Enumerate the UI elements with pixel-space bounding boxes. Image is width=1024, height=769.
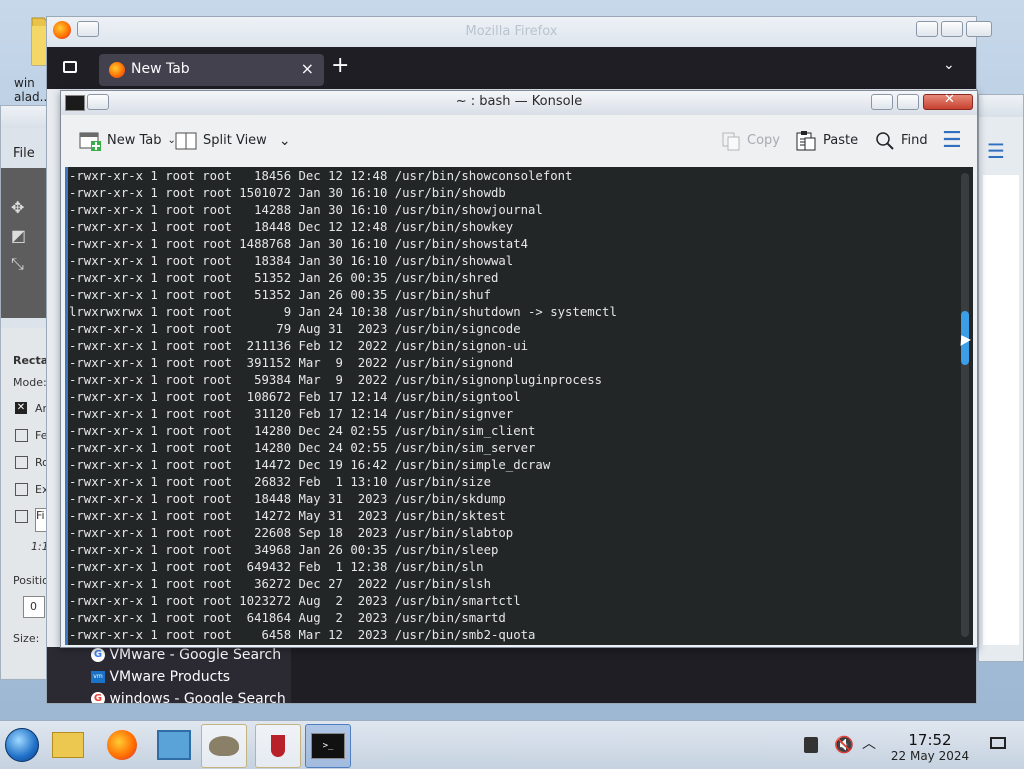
start-orb-icon — [5, 728, 39, 762]
clipboard-icon[interactable] — [804, 737, 818, 753]
tray-expand-chevron-icon[interactable]: ︿ — [862, 733, 876, 753]
terminal-view[interactable]: -rwxr-xr-x 1 root root 18456 Dec 12 12:4… — [65, 167, 973, 645]
split-view-button[interactable]: Split View ⌄ — [175, 129, 291, 153]
firefox-sidebar: G VMware - Google Search vm VMware Produ… — [47, 647, 291, 703]
taskbar: >_ 🔇 ︿ 17:52 22 May 2024 — [0, 720, 1024, 769]
terminal-scrollbar-track[interactable] — [961, 173, 969, 637]
folder-icon — [52, 732, 84, 758]
find-button[interactable]: Find — [875, 129, 928, 153]
new-tab-button[interactable]: New Tab ⌄ — [79, 129, 176, 153]
copy-icon — [722, 132, 740, 151]
gimp-icon — [209, 736, 239, 756]
konsole-taskbar-button[interactable]: >_ — [305, 724, 351, 768]
google-icon: G — [91, 692, 105, 703]
gimp-menu-file[interactable]: File — [13, 146, 35, 161]
konsole-window-menu-button[interactable] — [87, 94, 109, 110]
paste-label: Paste — [823, 133, 859, 148]
background-window-titlebar — [979, 95, 1023, 117]
search-icon — [876, 132, 894, 150]
firefox-view-icon[interactable] — [63, 61, 77, 73]
split-view-label: Split View — [203, 133, 267, 148]
fixed-dropdown-label: Fi — [36, 509, 45, 522]
firefox-tab-icon — [109, 62, 125, 78]
konsole-maximize-button[interactable] — [897, 94, 919, 110]
mode-label: Mode: — [13, 376, 47, 389]
rounded-checkbox[interactable] — [15, 456, 28, 469]
firefox-titlebar: Mozilla Firefox — [47, 17, 976, 47]
feather-checkbox[interactable] — [15, 429, 28, 442]
paste-button[interactable]: Paste — [795, 129, 858, 153]
firefox-taskbar-button[interactable] — [100, 724, 144, 766]
tab-close-icon[interactable]: × — [301, 59, 314, 78]
terminal-focus-bar — [65, 167, 68, 645]
split-view-icon — [175, 132, 197, 150]
antialias-checkbox[interactable]: ✕ — [15, 402, 27, 414]
split-view-dropdown-icon[interactable]: ⌄ — [279, 129, 291, 153]
find-label: Find — [901, 133, 928, 148]
sidebar-item-label: VMware Products — [109, 669, 231, 685]
konsole-window-title: ~ : bash — Konsole — [455, 94, 583, 109]
background-window-right: ☰ — [978, 94, 1024, 662]
show-desktop-icon[interactable] — [990, 737, 1006, 749]
sidebar-item-label: windows - Google Search — [109, 691, 286, 703]
gimp-toolbox: ✥ ◩ ⤡ — [1, 168, 47, 318]
new-tab-icon — [79, 132, 101, 151]
maximize-button[interactable] — [941, 21, 963, 37]
firefox-logo-icon — [53, 21, 71, 39]
tab-label: New Tab — [131, 61, 190, 77]
konsole-toolbar: New Tab ⌄ Split View ⌄ Copy Paste Find ☰ — [61, 115, 977, 167]
position-x-field[interactable]: 0 — [23, 596, 45, 618]
konsole-window: ~ : bash — Konsole ✕ New Tab ⌄ Split Vie… — [60, 90, 978, 648]
close-x-icon: ✕ — [944, 92, 955, 107]
sidebar-item-vmware-products[interactable]: vm VMware Products — [91, 669, 230, 685]
list-tabs-chevron-icon[interactable]: ⌄ — [943, 57, 955, 73]
new-tab-label: New Tab — [107, 133, 162, 148]
hamburger-menu-icon[interactable]: ☰ — [942, 129, 962, 153]
sidebar-item-windows-search[interactable]: G windows - Google Search — [91, 691, 286, 703]
firefox-tab-strip: New Tab × + ⌄ — [47, 47, 976, 89]
terminal-output: -rwxr-xr-x 1 root root 18456 Dec 12 12:4… — [69, 169, 617, 642]
start-menu-button[interactable] — [0, 724, 44, 766]
size-label: Size: — [13, 632, 40, 645]
vmware-icon: vm — [91, 671, 105, 683]
hamburger-menu-icon[interactable]: ☰ — [987, 139, 1005, 163]
clock[interactable]: 17:52 22 May 2024 — [884, 731, 976, 763]
wine-taskbar-button[interactable] — [255, 724, 301, 768]
background-window-content — [983, 175, 1019, 645]
gimp-titlebar — [1, 106, 47, 128]
minimize-button[interactable] — [916, 21, 938, 37]
google-icon: G — [91, 648, 105, 662]
firefox-icon — [107, 730, 137, 760]
system-settings-taskbar-button[interactable] — [152, 724, 196, 766]
firefox-window-title: Mozilla Firefox — [465, 24, 558, 39]
settings-monitor-icon — [157, 730, 191, 760]
konsole-app-icon — [65, 95, 85, 111]
move-tool-icon[interactable]: ✥ — [11, 198, 24, 217]
close-button[interactable] — [966, 21, 992, 37]
new-tab-plus-icon[interactable]: + — [331, 53, 349, 78]
clock-time: 17:52 — [908, 731, 952, 749]
sidebar-item-vmware-search[interactable]: G VMware - Google Search — [91, 647, 281, 663]
tab-new-tab[interactable]: New Tab × — [99, 54, 324, 86]
fixed-checkbox[interactable] — [15, 510, 28, 523]
file-manager-taskbar-button[interactable] — [46, 724, 90, 766]
konsole-close-button[interactable]: ✕ — [923, 92, 973, 110]
konsole-titlebar: ~ : bash — Konsole — [61, 91, 977, 116]
copy-button[interactable]: Copy — [721, 129, 780, 153]
bucket-tool-icon[interactable]: ◩ — [11, 226, 26, 245]
sidebar-item-label: VMware - Google Search — [109, 647, 282, 663]
volume-muted-icon[interactable]: 🔇 — [834, 735, 854, 754]
copy-label: Copy — [747, 133, 780, 148]
clock-date: 22 May 2024 — [890, 749, 970, 763]
gimp-taskbar-button[interactable] — [201, 724, 247, 768]
gimp-window: File ✥ ◩ ⤡ Rectan Mode: ✕ An Fe Ro Ex Fi… — [0, 105, 56, 680]
warp-tool-icon[interactable]: ⤡ — [11, 254, 24, 274]
firefox-content-lower: G VMware - Google Search vm VMware Produ… — [47, 647, 976, 703]
window-menu-button[interactable] — [77, 21, 99, 37]
wine-glass-icon — [271, 735, 285, 757]
konsole-minimize-button[interactable] — [871, 94, 893, 110]
konsole-icon: >_ — [311, 733, 345, 759]
expand-checkbox[interactable] — [15, 483, 28, 496]
paste-icon — [796, 131, 816, 151]
